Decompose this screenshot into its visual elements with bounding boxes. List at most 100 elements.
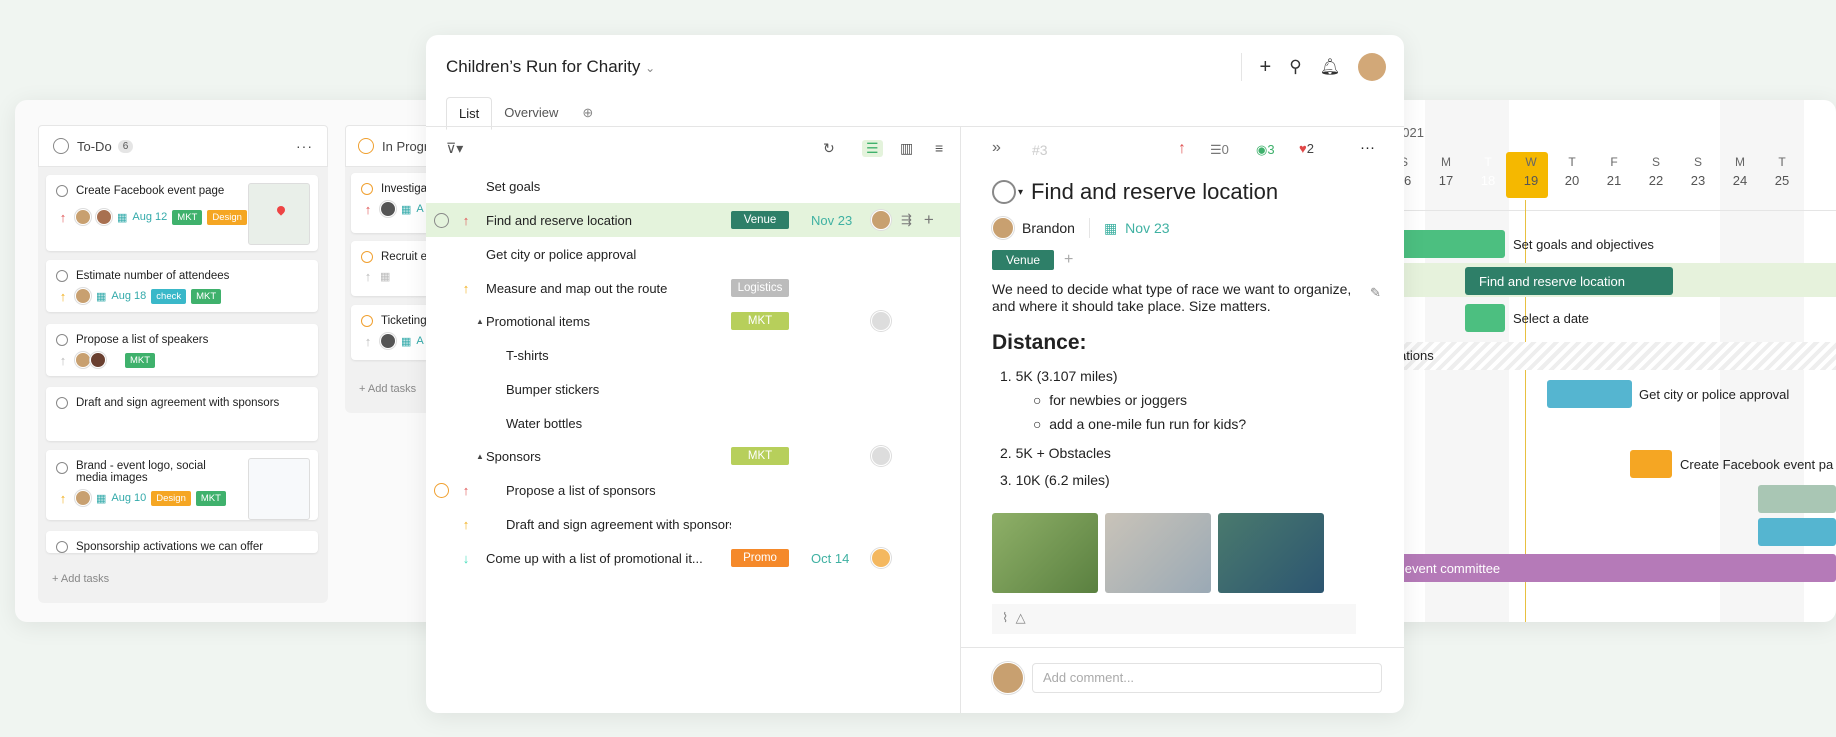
chevron-down-icon[interactable]: ⌄: [645, 61, 655, 75]
paperclip-icon[interactable]: ⌇: [1002, 610, 1008, 625]
avatar: [75, 288, 91, 304]
edit-icon[interactable]: ✎: [1370, 285, 1381, 301]
status-icon[interactable]: [433, 482, 449, 498]
add-tasks-button[interactable]: + Add tasks: [359, 383, 416, 395]
task-row[interactable]: ↑ Draft and sign agreement with sponsors: [426, 507, 960, 541]
list-item: ○ add a one-mile fun run for kids?: [1033, 416, 1247, 432]
task-name: Propose a list of sponsors: [506, 482, 656, 498]
expand-icon[interactable]: »: [992, 139, 1001, 157]
attachment-image[interactable]: [1105, 513, 1211, 593]
card-title: Draft and sign agreement with sponsors: [76, 397, 280, 409]
assignee[interactable]: Brandon: [1022, 220, 1075, 236]
status-icon: [361, 315, 373, 327]
checkbox[interactable]: [56, 541, 68, 553]
tag: MKT: [172, 209, 203, 225]
task-card[interactable]: Propose a list of speakers ↑ MKT: [46, 324, 318, 376]
card-title: Recruit ev: [381, 251, 433, 263]
add-icon[interactable]: +: [924, 210, 934, 230]
board-view-icon[interactable]: ▥: [900, 140, 913, 157]
checkbox[interactable]: [56, 397, 68, 409]
calendar-icon: ▦: [96, 290, 107, 303]
task-row[interactable]: Set goals: [426, 169, 960, 203]
gantt-bar[interactable]: [1758, 518, 1836, 546]
checkbox[interactable]: [56, 334, 68, 346]
card-title: Brand - event logo, social media images: [76, 460, 206, 484]
task-name: Bumper stickers: [506, 381, 600, 397]
avatar: [75, 209, 91, 225]
column-title: To-Do: [77, 138, 112, 154]
more-icon[interactable]: ···: [1360, 139, 1375, 156]
task-row[interactable]: T-shirts: [426, 338, 960, 372]
checkbox[interactable]: [56, 462, 68, 474]
views-count[interactable]: ◉3: [1256, 142, 1275, 158]
more-icon[interactable]: ···: [296, 138, 313, 154]
task-row[interactable]: Get city or police approval: [426, 237, 960, 271]
add-icon[interactable]: +: [1260, 56, 1272, 79]
task-card[interactable]: Brand - event logo, social media images …: [46, 450, 318, 520]
task-row[interactable]: ▲ Sponsors MKT: [426, 439, 960, 473]
drive-icon[interactable]: △: [1016, 610, 1026, 625]
search-icon[interactable]: ⚲: [1289, 57, 1301, 77]
list-view-icon[interactable]: ☰: [862, 140, 883, 157]
gantt-bar[interactable]: Recruit event committee: [1350, 554, 1836, 582]
day-header: T 25: [1774, 155, 1790, 188]
group-bar[interactable]: Preparations: [1350, 342, 1836, 370]
task-title[interactable]: Find and reserve location: [1031, 179, 1278, 205]
gantt-view-icon[interactable]: ≡: [935, 140, 943, 156]
subtask-icon[interactable]: ⇶: [901, 212, 912, 228]
task-card[interactable]: Draft and sign agreement with sponsors: [46, 387, 318, 441]
task-row[interactable]: ↑ Measure and map out the route Logistics: [426, 271, 960, 305]
day-header: M 17: [1438, 155, 1454, 188]
card-title: Estimate number of attendees: [76, 270, 230, 282]
project-title[interactable]: Children’s Run for Charity ⌄: [446, 57, 655, 77]
checkbox[interactable]: [56, 185, 68, 197]
add-tag-icon[interactable]: +: [1064, 251, 1073, 269]
gantt-bar[interactable]: [1547, 380, 1632, 408]
bell-icon[interactable]: 🔔︎: [1320, 57, 1340, 77]
calendar-icon: ▦: [401, 203, 412, 216]
card-title: Investigat: [381, 183, 431, 195]
task-card[interactable]: Estimate number of attendees ↑ ▦ Aug 18 che…: [46, 260, 318, 312]
gantt-bar[interactable]: [1465, 304, 1505, 332]
task-row[interactable]: Bumper stickers: [426, 372, 960, 406]
complete-checkbox[interactable]: [992, 180, 1016, 204]
checkbox[interactable]: [56, 270, 68, 282]
task-card[interactable]: Create Facebook event page ↑ ▦ Aug 12 MKT De…: [46, 175, 318, 251]
avatar[interactable]: [1358, 53, 1386, 81]
attachment-image[interactable]: [992, 513, 1098, 593]
refresh-icon[interactable]: ↻: [823, 140, 835, 157]
avatar: [871, 311, 891, 331]
comments-count[interactable]: ☰0: [1210, 142, 1229, 158]
likes-count[interactable]: ♥2: [1299, 141, 1314, 156]
gantt-bar[interactable]: [1630, 450, 1672, 478]
bar-label: Select a date: [1513, 311, 1589, 326]
gantt-bar[interactable]: [1758, 485, 1836, 513]
due-date: A: [416, 203, 424, 215]
priority-medium-icon: ↑: [462, 280, 470, 296]
task-name: Promotional items: [486, 313, 591, 329]
tag: MKT: [731, 312, 789, 330]
gantt-bar[interactable]: Find and reserve location: [1465, 267, 1673, 295]
checkbox[interactable]: [433, 212, 449, 228]
tag: Design: [207, 209, 247, 225]
collapse-icon[interactable]: ▲: [476, 317, 486, 326]
eye-icon: ◉: [1256, 142, 1268, 157]
comment-input[interactable]: Add comment...: [1032, 663, 1382, 693]
chevron-down-icon[interactable]: ▾: [1018, 187, 1023, 198]
column-title: In Progr: [382, 138, 429, 154]
task-card[interactable]: Sponsorship activations we can offer: [46, 531, 318, 553]
priority-high-icon: ↑: [462, 482, 470, 498]
tag[interactable]: Venue: [992, 250, 1055, 270]
task-description[interactable]: We need to decide what type of race we w…: [992, 281, 1362, 315]
task-row[interactable]: ↓ Come up with a list of promotional it..…: [426, 541, 960, 575]
filter-icon[interactable]: ⊽▾: [446, 140, 463, 157]
task-row[interactable]: ↑ Propose a list of sponsors: [426, 473, 960, 507]
add-tasks-button[interactable]: + Add tasks: [52, 573, 109, 585]
task-row[interactable]: ▲ Promotional items MKT: [426, 304, 960, 338]
task-row[interactable]: ↑ Find and reserve location Venue Nov 23 ⇶ +: [426, 203, 960, 237]
due-date[interactable]: Nov 23: [1125, 220, 1169, 236]
priority-high-icon[interactable]: ↑: [1178, 140, 1186, 158]
task-row[interactable]: Water bottles: [426, 406, 960, 440]
attachment-image[interactable]: [1218, 513, 1324, 593]
collapse-icon[interactable]: ▲: [476, 452, 486, 461]
